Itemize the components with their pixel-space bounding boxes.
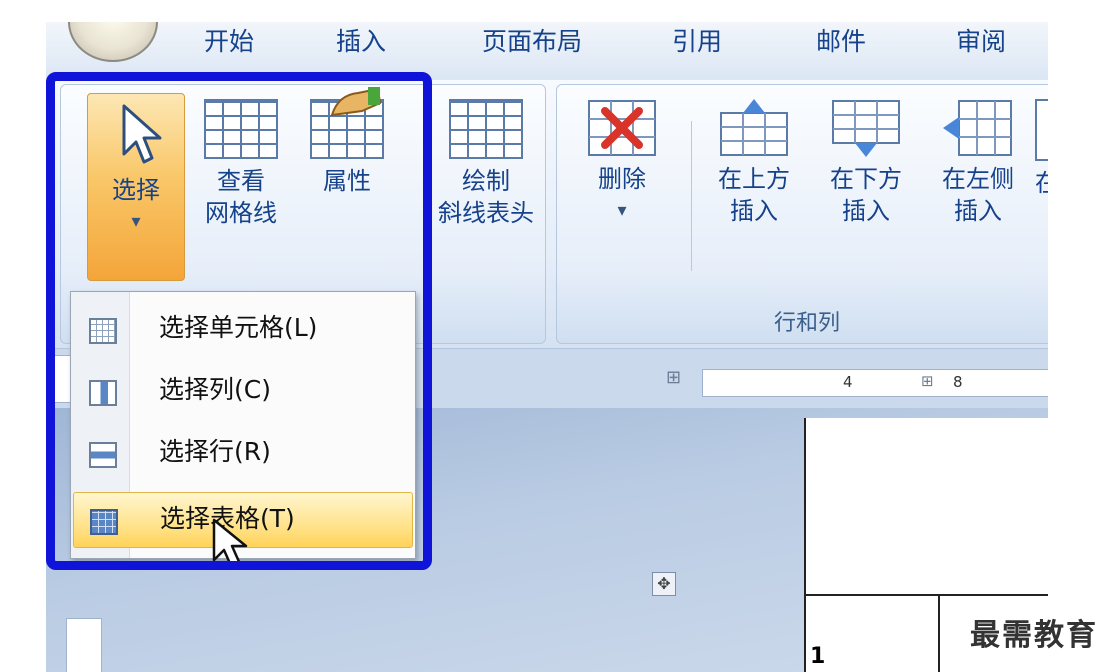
table-border-top (806, 594, 1048, 596)
insert-right-button[interactable]: 在 (1035, 99, 1048, 199)
rows-columns-group: 删除 ▾ 在上方 插入 在下方 插入 在左侧 插入 在 行和列 (556, 84, 1048, 344)
insert-below-label-2: 插入 (842, 197, 890, 225)
insert-left-label-2: 插入 (954, 197, 1002, 225)
table-move-handle-icon[interactable]: ✥ (652, 572, 676, 596)
annotation-highlight-frame (46, 72, 432, 570)
ruler-mark-4: 4 (843, 373, 853, 391)
tab-home[interactable]: 开始 (204, 22, 254, 66)
table-cell-text: 1 (810, 644, 826, 669)
insert-below-icon (832, 100, 900, 157)
table-marker-icon: ⊞ (666, 367, 682, 388)
insert-above-label-2: 插入 (730, 197, 778, 225)
tab-page-layout[interactable]: 页面布局 (482, 22, 582, 66)
tab-references[interactable]: 引用 (672, 22, 722, 66)
insert-right-label: 在 (1035, 169, 1048, 197)
insert-above-icon (720, 99, 788, 156)
insert-left-icon (943, 100, 1012, 156)
draw-diagonal-label-1: 绘制 (462, 167, 510, 195)
table-border-inner (938, 594, 940, 672)
watermark: 最需教育 (970, 618, 1098, 653)
delete-label: 删除 (598, 165, 646, 193)
insert-below-button[interactable]: 在下方 插入 (811, 99, 921, 227)
draw-diagonal-label-2: 斜线表头 (438, 199, 534, 227)
ribbon-separator (691, 121, 692, 271)
rows-columns-group-label: 行和列 (773, 311, 840, 336)
ruler-mark-8: 8 (953, 373, 963, 391)
column-marker-icon[interactable]: ⊞ (921, 372, 934, 390)
delete-button[interactable]: 删除 ▾ (567, 99, 677, 227)
insert-right-icon (1035, 99, 1048, 161)
chevron-down-icon: ▾ (617, 200, 627, 221)
diagonal-header-icon (449, 99, 523, 159)
tab-review[interactable]: 审阅 (956, 22, 1006, 66)
tab-insert[interactable]: 插入 (336, 22, 386, 66)
insert-above-button[interactable]: 在上方 插入 (699, 99, 809, 227)
insert-above-label-1: 在上方 (718, 165, 790, 193)
insert-below-label-1: 在下方 (830, 165, 902, 193)
insert-left-label-1: 在左侧 (942, 165, 1014, 193)
draw-diagonal-header-button[interactable]: 绘制 斜线表头 (431, 99, 541, 229)
insert-left-button[interactable]: 在左侧 插入 (923, 99, 1033, 227)
horizontal-ruler[interactable]: 4 ⊞ 8 (702, 369, 1048, 397)
tab-mailings[interactable]: 邮件 (816, 22, 866, 66)
delete-table-icon (588, 100, 656, 156)
vertical-ruler[interactable] (66, 618, 102, 672)
office-button[interactable] (68, 22, 158, 62)
